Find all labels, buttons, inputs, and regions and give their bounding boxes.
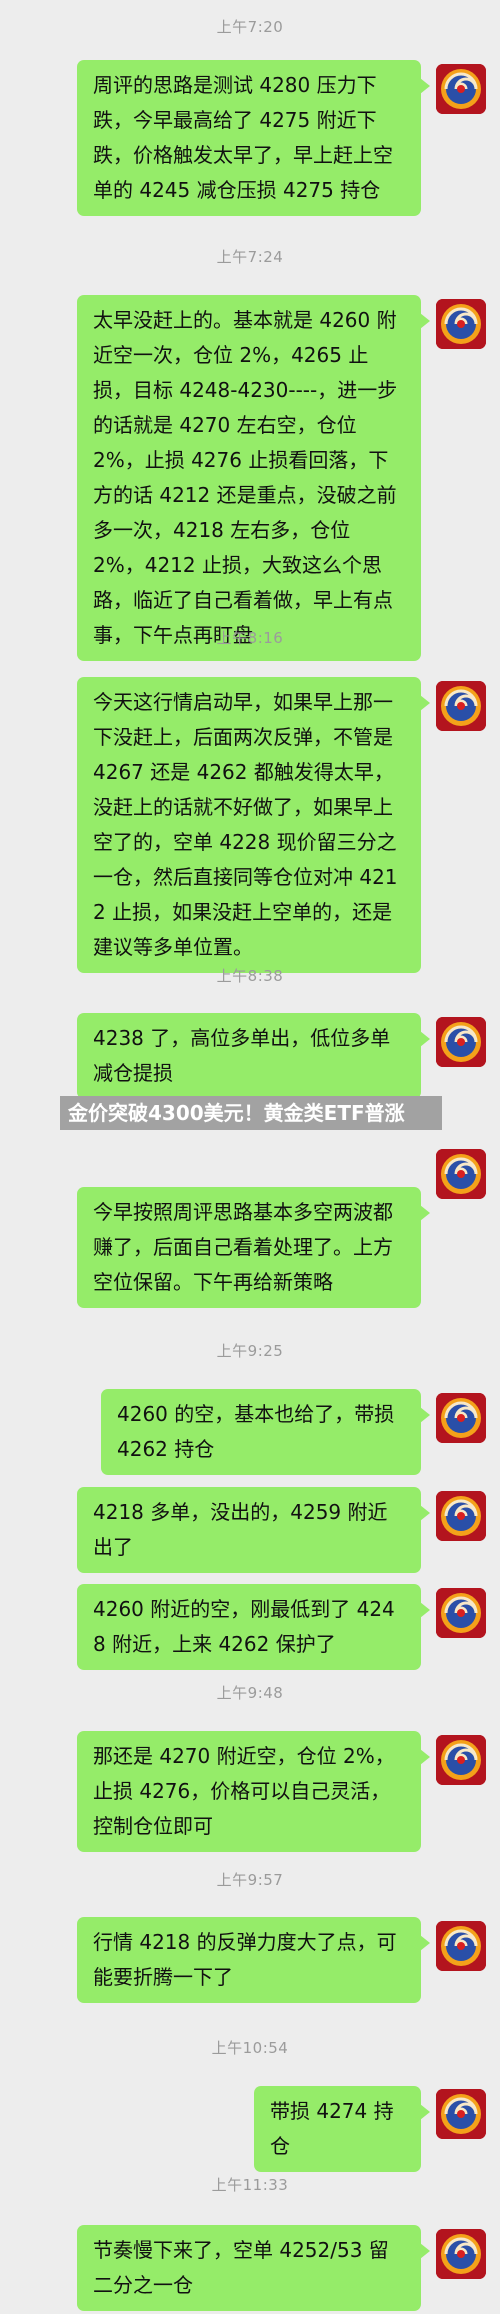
sender-avatar[interactable] [436, 64, 486, 114]
timestamp: 上午9:48 [216, 1684, 284, 1702]
sender-avatar[interactable] [436, 2089, 486, 2139]
swirl-logo-icon [436, 1149, 486, 1199]
message-bubble[interactable]: 4260 的空，基本也给了，带损 4262 持仓 [101, 1389, 430, 1475]
sender-avatar[interactable] [436, 299, 486, 349]
swirl-logo-icon [436, 64, 486, 114]
message-bubble[interactable]: 4218 多单，没出的，4259 附近出了 [77, 1487, 430, 1573]
sender-avatar[interactable] [436, 1491, 486, 1541]
swirl-logo-icon [436, 2089, 486, 2139]
sender-avatar[interactable] [436, 2229, 486, 2279]
sender-avatar[interactable] [436, 1017, 486, 1067]
sender-avatar[interactable] [436, 1921, 486, 1971]
message-bubble[interactable]: 带损 4274 持仓 [254, 2086, 430, 2172]
timestamp: 上午7:24 [216, 248, 284, 266]
message-bubble[interactable]: 行情 4218 的反弹力度大了点，可能要折腾一下了 [77, 1917, 430, 2003]
swirl-logo-icon [436, 681, 486, 731]
sender-avatar[interactable] [436, 1588, 486, 1638]
news-banner[interactable]: 金价突破4300美元！黄金类ETF普涨 [60, 1096, 442, 1130]
message-bubble[interactable]: 周评的思路是测试 4280 压力下跌，今早最高给了 4275 附近下跌，价格触发… [77, 60, 430, 216]
message-bubble[interactable]: 今早按照周评思路基本多空两波都赚了，后面自己看着处理了。上方空位保留。下午再给新… [77, 1187, 430, 1308]
timestamp: 上午7:20 [216, 18, 284, 36]
timestamp: 上午9:25 [216, 1342, 284, 1360]
sender-avatar[interactable] [436, 1149, 486, 1199]
message-bubble[interactable]: 那还是 4270 附近空，仓位 2%，止损 4276，价格可以自己灵活，控制仓位… [77, 1731, 430, 1852]
timestamp: 上午8:16 [216, 629, 284, 647]
timestamp: 上午10:54 [211, 2039, 289, 2057]
sender-avatar[interactable] [436, 1735, 486, 1785]
swirl-logo-icon [436, 1588, 486, 1638]
sender-avatar[interactable] [436, 1393, 486, 1443]
swirl-logo-icon [436, 2229, 486, 2279]
swirl-logo-icon [436, 1735, 486, 1785]
swirl-logo-icon [436, 1017, 486, 1067]
timestamp: 上午8:38 [216, 967, 284, 985]
swirl-logo-icon [436, 299, 486, 349]
message-bubble[interactable]: 太早没赶上的。基本就是 4260 附近空一次，仓位 2%，4265 止损，目标 … [77, 295, 430, 661]
swirl-logo-icon [436, 1393, 486, 1443]
swirl-logo-icon [436, 1491, 486, 1541]
swirl-logo-icon [436, 1921, 486, 1971]
sender-avatar[interactable] [436, 681, 486, 731]
message-bubble[interactable]: 今天这行情启动早，如果早上那一下没赶上，后面两次反弹，不管是 4267 还是 4… [77, 677, 430, 973]
message-bubble[interactable]: 节奏慢下来了，空单 4252/53 留二分之一仓 [77, 2225, 430, 2311]
message-bubble[interactable]: 4238 了，高位多单出，低位多单减仓提损 [77, 1013, 430, 1099]
message-bubble[interactable]: 4260 附近的空，刚最低到了 4248 附近，上来 4262 保护了 [77, 1584, 430, 1670]
timestamp: 上午11:33 [211, 2176, 289, 2194]
timestamp: 上午9:57 [216, 1871, 284, 1889]
